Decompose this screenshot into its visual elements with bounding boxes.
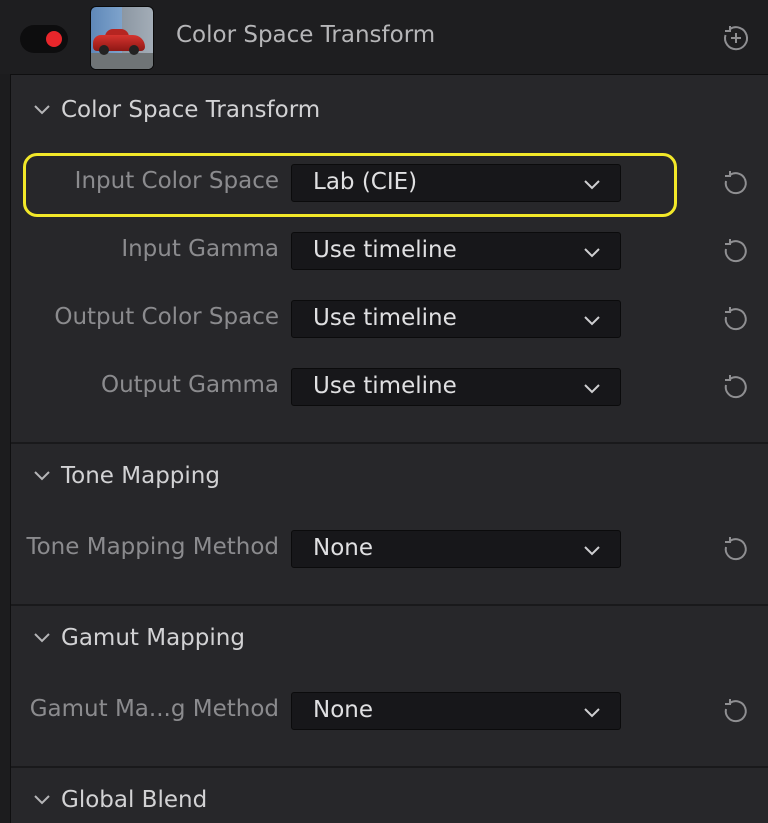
reset-icon[interactable] — [722, 305, 750, 333]
row-label-tone-mapping-method: Tone Mapping Method — [26, 534, 279, 560]
reset-icon[interactable] — [722, 169, 750, 197]
dropdown-value: None — [313, 535, 374, 561]
node-enable-toggle[interactable] — [20, 25, 68, 53]
chevron-down-icon — [34, 471, 50, 481]
input-color-space-dropdown[interactable]: Lab (CIE) — [291, 164, 621, 202]
reset-icon[interactable] — [722, 237, 750, 265]
output-color-space-dropdown[interactable]: Use timeline — [291, 300, 621, 338]
reset-icon[interactable] — [722, 535, 750, 563]
chevron-down-icon — [34, 105, 50, 115]
section-header-gamut-mapping[interactable]: Gamut Mapping — [31, 625, 245, 651]
add-node-icon[interactable] — [722, 24, 750, 52]
section-header-global-blend[interactable]: Global Blend — [31, 787, 207, 813]
dropdown-value: Use timeline — [313, 237, 457, 263]
settings-panel: Color Space Transform Input Color Space … — [10, 74, 768, 823]
section-divider — [11, 442, 768, 444]
chevron-down-icon — [34, 795, 50, 805]
chevron-down-icon — [584, 180, 600, 190]
effect-title: Color Space Transform — [176, 22, 436, 48]
section-title: Color Space Transform — [61, 97, 321, 123]
dropdown-value: Use timeline — [313, 305, 457, 331]
chevron-down-icon — [584, 384, 600, 394]
section-title: Gamut Mapping — [61, 625, 245, 651]
section-divider — [11, 766, 768, 768]
dropdown-value: Use timeline — [313, 373, 457, 399]
node-header: Color Space Transform — [0, 0, 768, 74]
dropdown-value: Lab (CIE) — [313, 169, 418, 195]
chevron-down-icon — [584, 316, 600, 326]
chevron-down-icon — [584, 708, 600, 718]
section-header-cst[interactable]: Color Space Transform — [31, 97, 320, 123]
row-label-gamut-mapping-method: Gamut Ma...g Method — [29, 696, 279, 722]
chevron-down-icon — [584, 546, 600, 556]
toggle-indicator — [46, 31, 62, 47]
section-divider — [11, 604, 768, 606]
section-title: Global Blend — [61, 787, 208, 813]
clip-thumbnail — [90, 6, 154, 70]
tone-mapping-method-dropdown[interactable]: None — [291, 530, 621, 568]
section-title: Tone Mapping — [61, 463, 220, 489]
chevron-down-icon — [34, 633, 50, 643]
dropdown-value: None — [313, 697, 374, 723]
reset-icon[interactable] — [722, 373, 750, 401]
gamut-mapping-method-dropdown[interactable]: None — [291, 692, 621, 730]
row-label-input-gamma: Input Gamma — [121, 236, 279, 262]
output-gamma-dropdown[interactable]: Use timeline — [291, 368, 621, 406]
input-gamma-dropdown[interactable]: Use timeline — [291, 232, 621, 270]
chevron-down-icon — [584, 248, 600, 258]
row-label-input-color-space: Input Color Space — [74, 168, 279, 194]
row-label-output-gamma: Output Gamma — [100, 372, 279, 398]
section-header-tone-mapping[interactable]: Tone Mapping — [31, 463, 220, 489]
row-label-output-color-space: Output Color Space — [54, 304, 279, 330]
reset-icon[interactable] — [722, 697, 750, 725]
